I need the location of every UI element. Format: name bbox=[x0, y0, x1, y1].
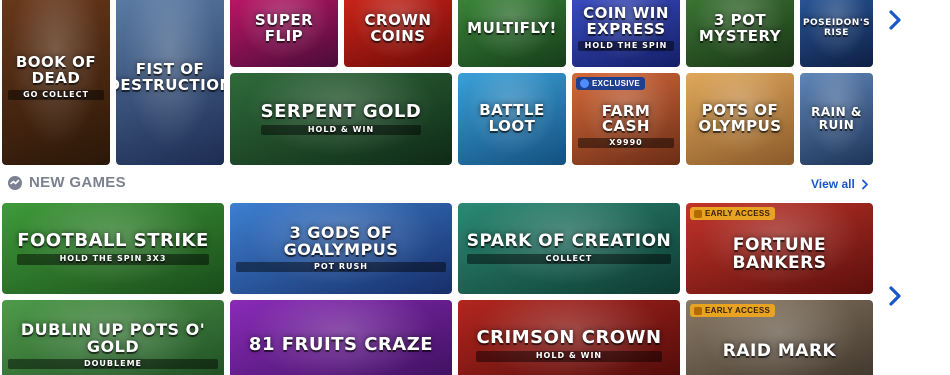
view-all-link[interactable]: View all bbox=[811, 177, 869, 191]
chevron-right-icon bbox=[889, 10, 901, 30]
game-title: Fortune Bankers bbox=[732, 234, 827, 273]
game-title: Crown Coins bbox=[364, 10, 432, 45]
game-tile[interactable]: EARLY ACCESS Fortune Bankers bbox=[686, 203, 873, 294]
game-title: Crimson Crown HOLD & WIN bbox=[476, 327, 662, 362]
game-tile[interactable]: Spark of Creation COLLECT bbox=[458, 203, 680, 294]
game-title: Rain & Ruin bbox=[811, 105, 862, 132]
game-tile[interactable]: EXCLUSIVE Farm Cash x9990 bbox=[572, 73, 680, 165]
early-access-badge: EARLY ACCESS bbox=[690, 207, 776, 220]
game-title: Fist of Destruction bbox=[116, 59, 224, 94]
carousel-next-button[interactable] bbox=[883, 282, 907, 310]
game-title: 3 Gods of Goalympus POT RUSH bbox=[230, 224, 452, 272]
game-title: 81 Fruits Craze bbox=[248, 334, 434, 356]
game-tile[interactable]: Book of Dead GO COLLECT bbox=[2, 0, 110, 165]
game-title: Book of Dead GO COLLECT bbox=[2, 54, 110, 100]
game-tile[interactable]: Crown Coins bbox=[344, 0, 452, 67]
game-tile[interactable]: 81 Fruits Craze bbox=[230, 300, 452, 375]
game-tile[interactable]: Poseidon's Rise bbox=[800, 0, 873, 67]
view-all-label: View all bbox=[811, 177, 855, 191]
game-tile[interactable]: Pots of Olympus bbox=[686, 73, 794, 165]
game-tile[interactable]: Crimson Crown HOLD & WIN bbox=[458, 300, 680, 375]
section-title: NEW GAMES bbox=[29, 174, 126, 191]
early-access-icon bbox=[694, 209, 702, 218]
game-tile[interactable]: Serpent Gold HOLD & WIN bbox=[230, 73, 452, 165]
game-title: Coin Win Express HOLD THE SPIN bbox=[572, 5, 680, 51]
game-tile[interactable]: Rain & Ruin bbox=[800, 73, 873, 165]
game-tile[interactable]: EARLY ACCESS Raid Mark bbox=[686, 300, 873, 375]
game-title: Raid Mark bbox=[722, 340, 837, 361]
game-title: Serpent Gold HOLD & WIN bbox=[260, 100, 422, 136]
chevron-right-icon bbox=[889, 286, 901, 306]
game-title: Dublin Up Pots O' Gold DOUBLEME bbox=[2, 321, 224, 369]
game-tile[interactable]: Super Flip bbox=[230, 0, 338, 67]
game-title: Poseidon's Rise bbox=[802, 18, 871, 38]
game-title: Spark of Creation COLLECT bbox=[466, 230, 672, 265]
new-games-icon bbox=[8, 175, 22, 190]
game-title: Pots of Olympus bbox=[698, 101, 782, 135]
game-title: Super Flip bbox=[254, 10, 314, 45]
game-tile[interactable]: 3 Pot Mystery bbox=[686, 0, 794, 67]
game-title: Multifly! bbox=[467, 18, 557, 37]
carousel-next-button[interactable] bbox=[883, 6, 907, 34]
early-access-badge: EARLY ACCESS bbox=[690, 304, 776, 317]
exclusive-icon bbox=[580, 79, 589, 88]
early-access-icon bbox=[694, 306, 702, 315]
game-title: Farm Cash x9990 bbox=[572, 103, 680, 149]
game-title: 3 Pot Mystery bbox=[698, 10, 782, 45]
game-title: Battle Loot bbox=[479, 101, 545, 135]
game-tile[interactable]: Fist of Destruction bbox=[116, 0, 224, 165]
exclusive-badge: EXCLUSIVE bbox=[576, 77, 646, 90]
game-tile[interactable]: Multifly! bbox=[458, 0, 566, 67]
game-title: Football Strike HOLD THE SPIN 3x3 bbox=[17, 230, 209, 265]
chevron-right-icon bbox=[861, 179, 868, 189]
section-header: NEW GAMES bbox=[7, 174, 126, 191]
game-tile[interactable]: Coin Win Express HOLD THE SPIN bbox=[572, 0, 680, 67]
game-tile[interactable]: Dublin Up Pots O' Gold DOUBLEME bbox=[2, 300, 224, 375]
game-tile[interactable]: Battle Loot bbox=[458, 73, 566, 165]
game-tile[interactable]: 3 Gods of Goalympus POT RUSH bbox=[230, 203, 452, 294]
game-tile[interactable]: Football Strike HOLD THE SPIN 3x3 bbox=[2, 203, 224, 294]
